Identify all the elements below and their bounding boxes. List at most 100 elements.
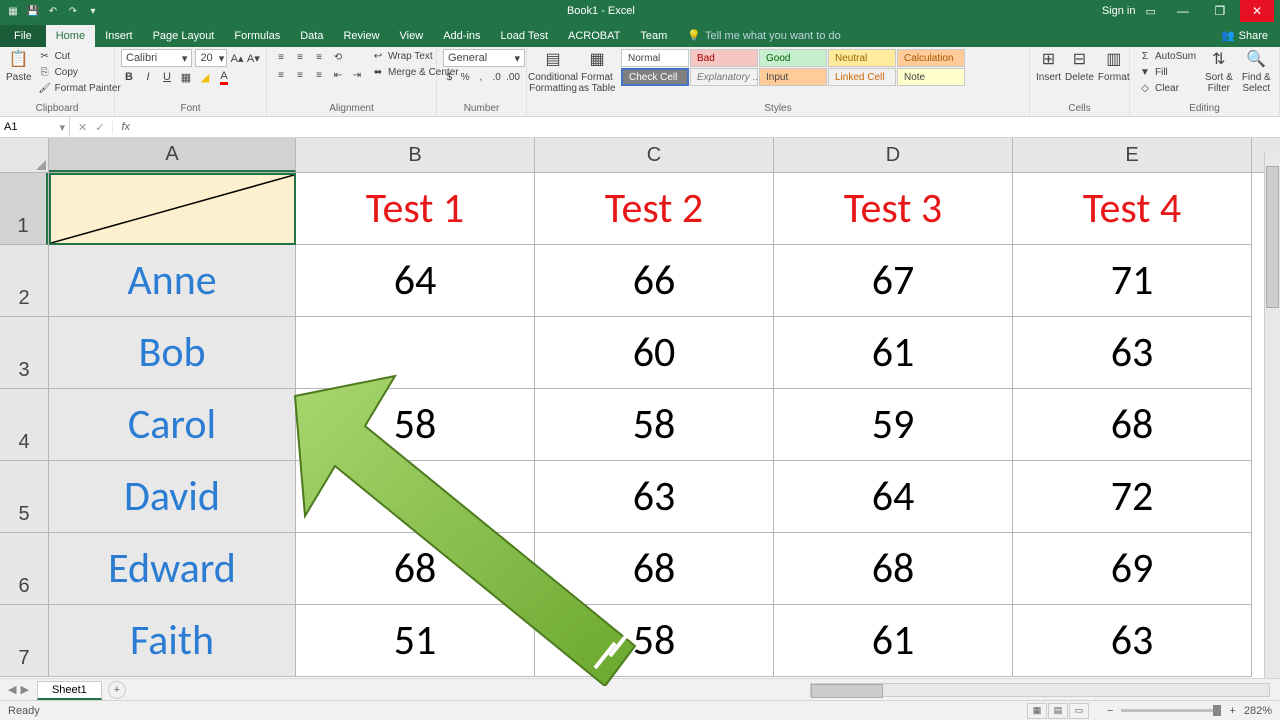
zoom-slider[interactable] — [1121, 709, 1221, 712]
col-header-C[interactable]: C — [535, 138, 774, 172]
format-as-table-button[interactable]: ▦Format as Table — [577, 49, 617, 94]
tab-page-layout[interactable]: Page Layout — [143, 25, 225, 47]
tab-team[interactable]: Team — [630, 25, 677, 47]
cell-D4[interactable]: 59 — [774, 389, 1013, 461]
align-center-button[interactable]: ≡ — [292, 67, 308, 83]
font-color-button[interactable]: A — [216, 69, 232, 85]
cell-D1[interactable]: Test 3 — [774, 173, 1013, 245]
font-name-select[interactable]: Calibri▾ — [121, 49, 192, 67]
style-calculation[interactable]: Calculation — [897, 49, 965, 67]
indent-inc-button[interactable]: ⇥ — [349, 67, 365, 83]
cell-C3[interactable]: 60 — [535, 317, 774, 389]
style-neutral[interactable]: Neutral — [828, 49, 896, 67]
currency-button[interactable]: $ — [443, 69, 456, 85]
save-icon[interactable]: 💾 — [26, 4, 40, 18]
conditional-formatting-button[interactable]: ▤Conditional Formatting — [533, 49, 573, 94]
find-select-button[interactable]: 🔍Find & Select — [1240, 49, 1273, 94]
row-header-6[interactable]: 6 — [0, 533, 48, 605]
tab-addins[interactable]: Add-ins — [433, 25, 490, 47]
align-middle-button[interactable]: ≡ — [292, 49, 308, 65]
cell-D5[interactable]: 64 — [774, 461, 1013, 533]
fx-icon[interactable]: fx — [113, 121, 138, 133]
style-explanatory[interactable]: Explanatory ... — [690, 68, 758, 86]
cell-A4[interactable]: Carol — [49, 389, 296, 461]
cell-A1[interactable] — [49, 173, 296, 245]
cell-D6[interactable]: 68 — [774, 533, 1013, 605]
cell-A6[interactable]: Edward — [49, 533, 296, 605]
sheet-tab-sheet1[interactable]: Sheet1 — [37, 681, 102, 700]
cell-C1[interactable]: Test 2 — [535, 173, 774, 245]
style-check-cell[interactable]: Check Cell — [621, 68, 689, 86]
cell-B2[interactable]: 64 — [296, 245, 535, 317]
autosum-button[interactable]: ΣAutoSum — [1136, 49, 1198, 63]
cell-B1[interactable]: Test 1 — [296, 173, 535, 245]
qat-dropdown-icon[interactable]: ▾ — [86, 4, 100, 18]
cell-E1[interactable]: Test 4 — [1013, 173, 1252, 245]
cell-D2[interactable]: 67 — [774, 245, 1013, 317]
style-good[interactable]: Good — [759, 49, 827, 67]
redo-icon[interactable]: ↷ — [66, 4, 80, 18]
fill-color-button[interactable]: ◢ — [197, 69, 213, 85]
fill-button[interactable]: ▼Fill — [1136, 65, 1198, 79]
tab-formulas[interactable]: Formulas — [224, 25, 290, 47]
format-cells-button[interactable]: ▥Format — [1098, 49, 1130, 83]
ribbon-options-icon[interactable]: ▭ — [1145, 5, 1155, 18]
select-all-corner[interactable] — [0, 138, 49, 173]
cell-C5[interactable]: 63 — [535, 461, 774, 533]
cell-C7[interactable]: 58 — [535, 605, 774, 677]
col-header-D[interactable]: D — [774, 138, 1013, 172]
dec-decimal-button[interactable]: .00 — [506, 69, 520, 85]
name-box[interactable]: A1▾ — [0, 117, 70, 137]
enter-formula-icon[interactable]: ✓ — [95, 121, 104, 134]
tell-me[interactable]: 💡Tell me what you want to do — [677, 24, 850, 47]
tab-data[interactable]: Data — [290, 25, 333, 47]
align-right-button[interactable]: ≡ — [311, 67, 327, 83]
sort-filter-button[interactable]: ⇅Sort & Filter — [1202, 49, 1235, 94]
style-note[interactable]: Note — [897, 68, 965, 86]
sheet-nav-prev-icon[interactable]: ◀ — [8, 683, 16, 696]
cell-A3[interactable]: Bob — [49, 317, 296, 389]
cell-D7[interactable]: 61 — [774, 605, 1013, 677]
align-top-button[interactable]: ≡ — [273, 49, 289, 65]
clear-button[interactable]: ◇Clear — [1136, 81, 1198, 95]
copy-button[interactable]: ⎘Copy — [36, 65, 123, 79]
cell-A5[interactable]: David — [49, 461, 296, 533]
tab-review[interactable]: Review — [333, 25, 389, 47]
new-sheet-button[interactable]: + — [108, 681, 126, 699]
row-header-5[interactable]: 5 — [0, 461, 48, 533]
cancel-formula-icon[interactable]: ✕ — [78, 121, 87, 134]
comma-button[interactable]: , — [475, 69, 488, 85]
align-bottom-button[interactable]: ≡ — [311, 49, 327, 65]
style-bad[interactable]: Bad — [690, 49, 758, 67]
view-layout-button[interactable]: ▤ — [1048, 703, 1068, 719]
underline-button[interactable]: U — [159, 69, 175, 85]
align-left-button[interactable]: ≡ — [273, 67, 289, 83]
tab-insert[interactable]: Insert — [95, 25, 143, 47]
grow-font-button[interactable]: A▴ — [230, 50, 243, 66]
cell-B5[interactable]: 61 — [296, 461, 535, 533]
delete-cells-button[interactable]: ⊟Delete — [1065, 49, 1094, 83]
cell-E3[interactable]: 63 — [1013, 317, 1252, 389]
vertical-scrollbar[interactable] — [1264, 152, 1280, 678]
style-input[interactable]: Input — [759, 68, 827, 86]
cell-A2[interactable]: Anne — [49, 245, 296, 317]
cell-B7[interactable]: 51 — [296, 605, 535, 677]
row-header-4[interactable]: 4 — [0, 389, 48, 461]
signin-link[interactable]: Sign in — [1102, 5, 1136, 17]
col-header-E[interactable]: E — [1013, 138, 1252, 172]
row-header-3[interactable]: 3 — [0, 317, 48, 389]
format-painter-button[interactable]: 🖌Format Painter — [36, 81, 123, 95]
cell-E2[interactable]: 71 — [1013, 245, 1252, 317]
tab-home[interactable]: Home — [46, 25, 95, 47]
zoom-out-button[interactable]: − — [1107, 705, 1113, 717]
row-header-1[interactable]: 1 — [0, 173, 48, 245]
italic-button[interactable]: I — [140, 69, 156, 85]
grid-body[interactable]: Test 1Test 2Test 3Test 4Anne64666771Bob6… — [49, 173, 1280, 677]
style-linked-cell[interactable]: Linked Cell — [828, 68, 896, 86]
indent-dec-button[interactable]: ⇤ — [330, 67, 346, 83]
share-button[interactable]: 👥Share — [1209, 24, 1280, 47]
view-break-button[interactable]: ▭ — [1069, 703, 1089, 719]
tab-loadtest[interactable]: Load Test — [491, 25, 559, 47]
cell-E4[interactable]: 68 — [1013, 389, 1252, 461]
insert-cells-button[interactable]: ⊞Insert — [1036, 49, 1061, 83]
